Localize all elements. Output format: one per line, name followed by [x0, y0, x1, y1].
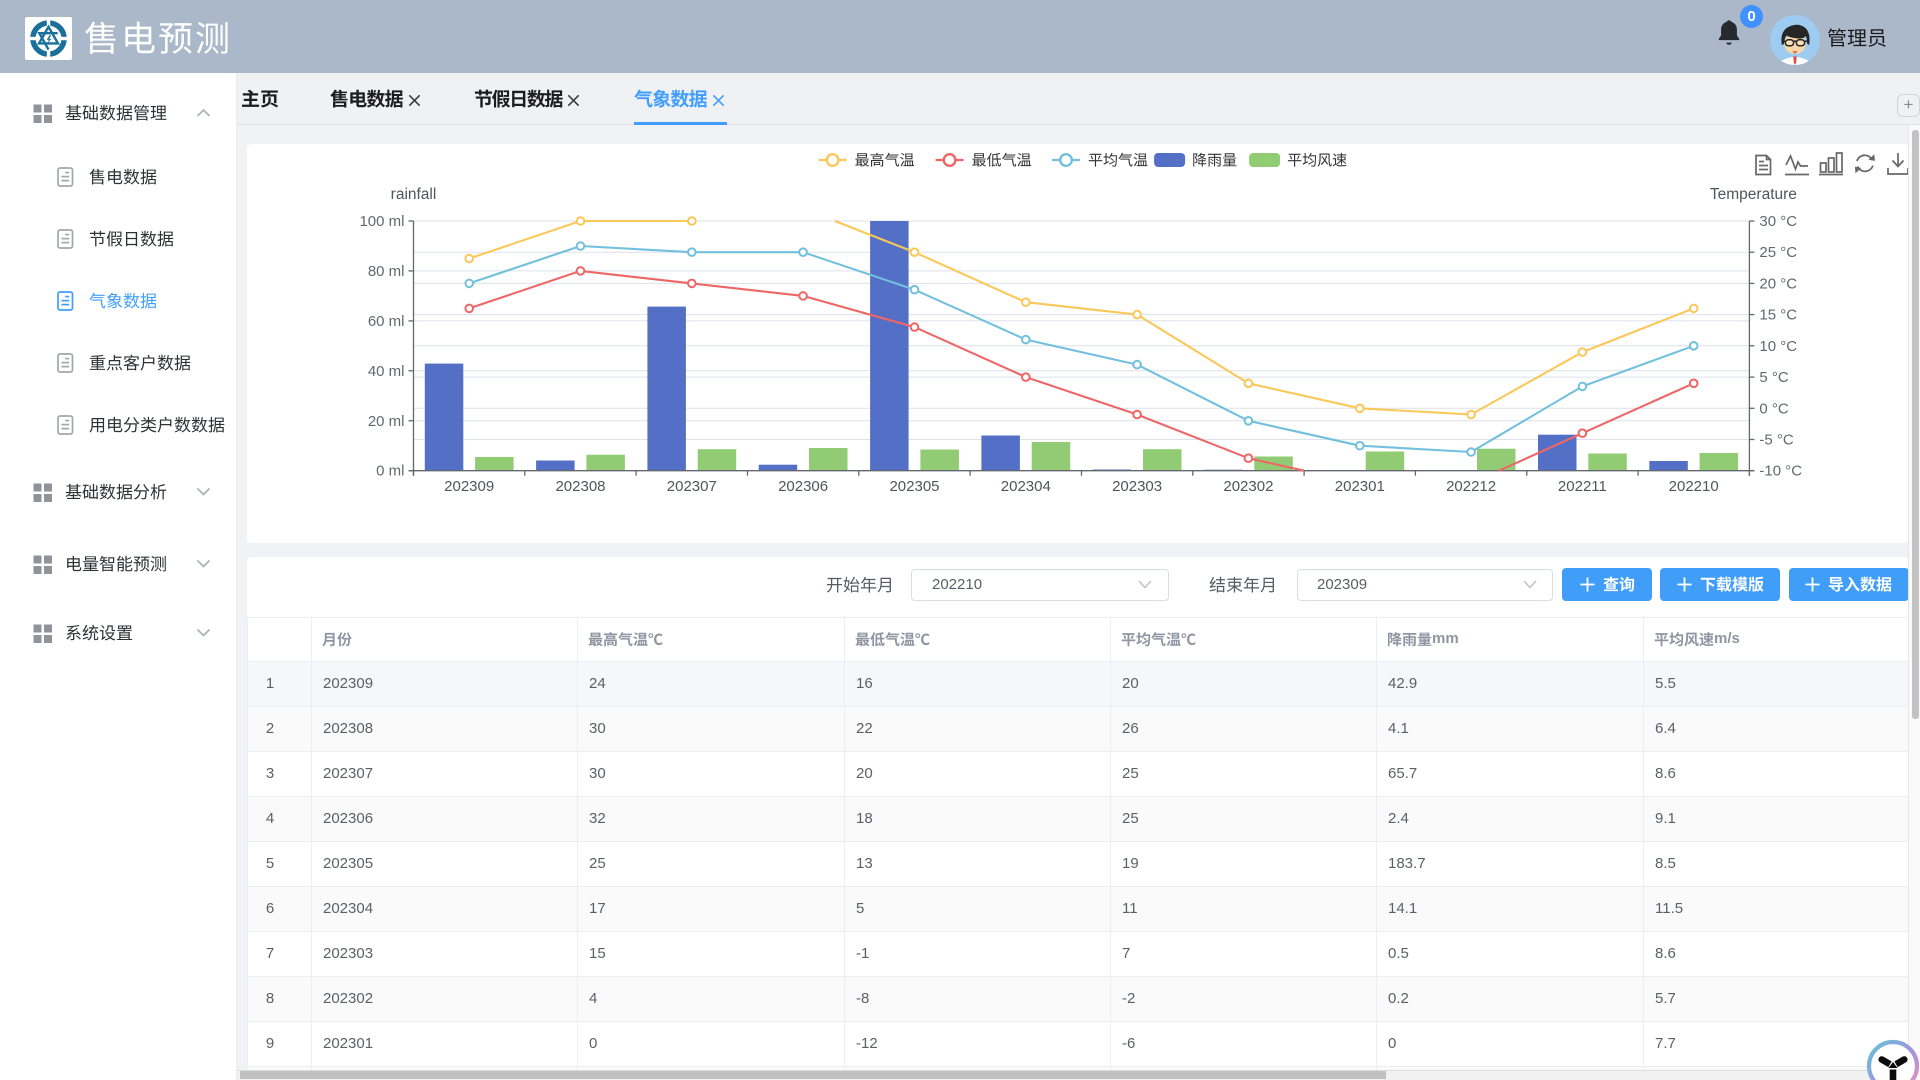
svg-text:202305: 202305 [889, 478, 939, 495]
svg-text:-10 °C: -10 °C [1759, 463, 1802, 480]
svg-text:60 ml: 60 ml [368, 313, 405, 330]
svg-text:100 ml: 100 ml [359, 213, 404, 230]
svg-text:202304: 202304 [1001, 478, 1051, 495]
svg-text:202303: 202303 [1112, 478, 1162, 495]
svg-text:5 °C: 5 °C [1759, 369, 1789, 386]
svg-text:80 ml: 80 ml [368, 263, 405, 280]
svg-text:Temperature: Temperature [1710, 186, 1797, 203]
svg-text:0 ml: 0 ml [376, 463, 404, 480]
svg-text:20 °C: 20 °C [1759, 275, 1797, 292]
svg-text:-5 °C: -5 °C [1759, 432, 1794, 449]
svg-text:0 °C: 0 °C [1759, 400, 1789, 417]
svg-text:202306: 202306 [778, 478, 828, 495]
svg-text:202307: 202307 [667, 478, 717, 495]
svg-text:202309: 202309 [444, 478, 494, 495]
svg-text:10 °C: 10 °C [1759, 338, 1797, 355]
svg-text:202211: 202211 [1558, 478, 1607, 495]
svg-text:25 °C: 25 °C [1759, 244, 1797, 261]
svg-text:20 ml: 20 ml [368, 413, 405, 430]
svg-text:202301: 202301 [1335, 478, 1385, 495]
svg-text:202308: 202308 [555, 478, 605, 495]
svg-text:rainfall: rainfall [391, 186, 437, 203]
svg-text:40 ml: 40 ml [368, 363, 405, 380]
svg-text:202212: 202212 [1446, 478, 1496, 495]
svg-text:15 °C: 15 °C [1759, 307, 1797, 324]
svg-text:202210: 202210 [1669, 478, 1719, 495]
svg-text:202302: 202302 [1223, 478, 1273, 495]
svg-text:30 °C: 30 °C [1759, 213, 1797, 230]
